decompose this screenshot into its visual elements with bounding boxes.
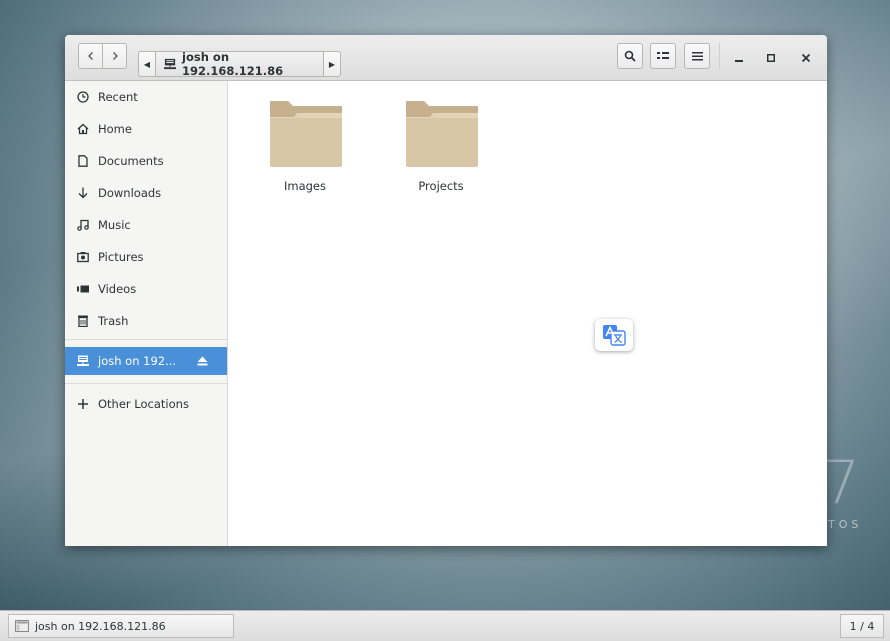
header-separator [719,43,720,69]
translate-button[interactable] [595,319,633,351]
file-manager-window: ◀ josh on 192.168.121.86 ▶ Recent Home D… [65,35,827,546]
path-crumb-label: josh on 192.168.121.86 [182,50,284,78]
eject-icon [197,356,208,366]
network-drive-icon [77,355,89,367]
path-scroll-left-button[interactable]: ◀ [138,51,156,77]
path-crumb-network[interactable]: josh on 192.168.121.86 [155,50,324,78]
video-icon [77,283,89,295]
back-button[interactable] [78,43,103,69]
folder-icon [270,101,342,167]
sidebar-divider [65,383,227,384]
back-icon [87,52,93,60]
sidebar-divider [65,339,227,340]
search-button[interactable] [617,43,643,69]
sidebar-item-other-locations[interactable]: Other Locations [65,390,227,418]
sidebar-item-label: Videos [98,282,137,296]
wallpaper-logo-text: TOS [828,518,863,531]
download-icon [77,187,89,199]
forward-button[interactable] [102,43,127,69]
sidebar-item-label: Recent [98,90,138,104]
translate-icon [603,325,626,346]
maximize-icon [767,54,775,62]
sidebar-item-label: josh on 192... [98,354,177,368]
sidebar-item-pictures[interactable]: Pictures [65,243,227,271]
sidebar-item-trash[interactable]: Trash [65,307,227,335]
sidebar-item-recent[interactable]: Recent [65,83,227,111]
sidebar-item-label: Downloads [98,186,162,200]
view-options-button[interactable] [650,43,676,69]
sidebar-item-label: Trash [98,314,129,328]
folder-item-projects[interactable]: Projects [386,89,496,193]
taskbar: josh on 192.168.121.86 1 / 4 [0,610,890,641]
sidebar-item-label: Pictures [98,250,144,264]
camera-icon [77,251,89,263]
eject-button[interactable] [197,355,208,369]
sidebar-item-label: Documents [98,154,164,168]
triangle-right-icon: ▶ [328,59,336,69]
folder-label: Projects [418,179,464,193]
sidebar-item-network-drive[interactable]: josh on 192... [65,347,227,375]
taskbar-window-item[interactable]: josh on 192.168.121.86 [8,614,234,638]
folder-label: Images [283,179,326,193]
nav-buttons [78,43,128,69]
music-icon [77,219,89,231]
sidebar: Recent Home Documents Downloads Music Pi… [65,81,228,546]
folder-item-images[interactable]: Images [250,89,360,193]
trash-icon [77,315,89,327]
sidebar-item-videos[interactable]: Videos [65,275,227,303]
menu-button[interactable] [684,43,710,69]
document-icon [77,155,89,167]
folder-icon [406,101,478,167]
clock-icon [77,91,89,103]
home-icon [77,123,89,135]
workspace-label: 1 / 4 [849,619,875,633]
hamburger-menu-icon [691,52,703,61]
triangle-left-icon: ◀ [143,59,151,69]
forward-icon [112,52,118,60]
header-bar: ◀ josh on 192.168.121.86 ▶ [65,35,827,81]
minimize-icon [735,60,743,62]
sidebar-item-documents[interactable]: Documents [65,147,227,175]
sidebar-item-music[interactable]: Music [65,211,227,239]
plus-icon [77,398,89,410]
path-scroll-right-button[interactable]: ▶ [323,51,341,77]
sidebar-item-home[interactable]: Home [65,115,227,143]
minimize-button[interactable] [729,48,749,68]
wallpaper-logo: 7 [822,448,861,518]
network-drive-icon [164,58,177,70]
close-button[interactable] [796,48,816,68]
close-icon [802,54,810,62]
search-icon [624,50,636,62]
window-thumbnail-icon [15,620,29,632]
maximize-button[interactable] [761,48,781,68]
sidebar-item-downloads[interactable]: Downloads [65,179,227,207]
workspace-indicator[interactable]: 1 / 4 [840,614,884,638]
list-view-icon [657,52,669,59]
sidebar-item-label: Music [98,218,131,232]
sidebar-item-label: Other Locations [98,397,189,411]
file-view: Images Projects [228,81,827,546]
taskbar-window-label: josh on 192.168.121.86 [35,619,166,633]
sidebar-item-label: Home [98,122,132,136]
